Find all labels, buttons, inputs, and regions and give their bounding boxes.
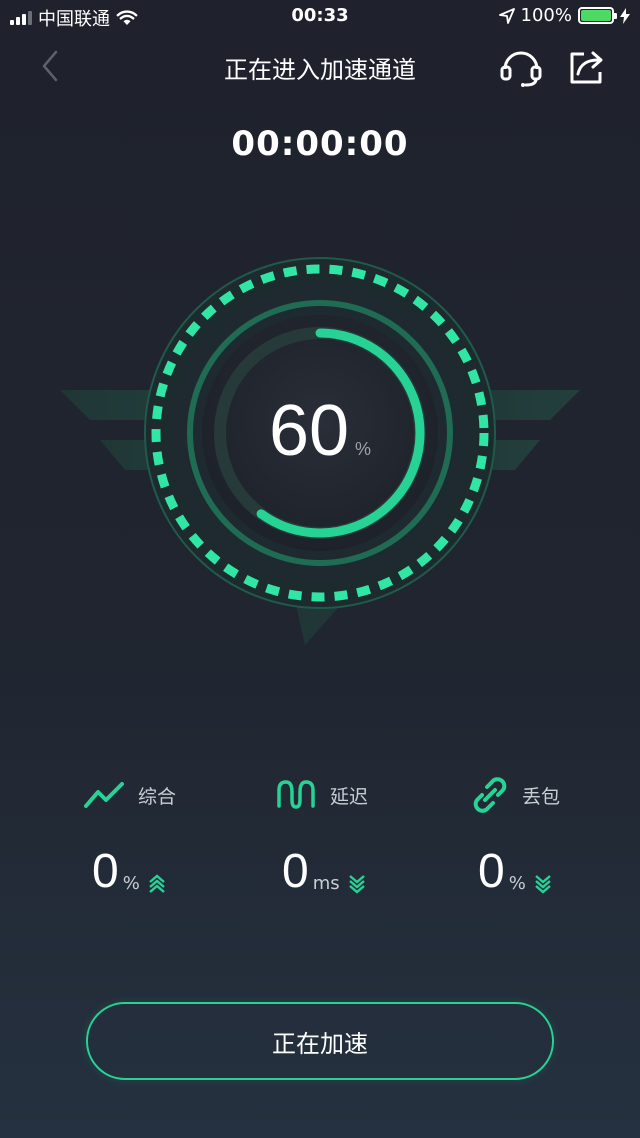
share-icon [570, 51, 603, 84]
gauge-percent-value: 60 [268, 391, 350, 471]
stat-overall-head: 综合 [84, 770, 284, 820]
double-chevron-down-icon [535, 875, 551, 894]
stat-packet-loss-head: 丢包 [472, 770, 640, 820]
accelerating-button[interactable]: 正在加速 [86, 1002, 554, 1080]
stat-packet-loss-value: 0 [478, 845, 505, 898]
gauge-readout: 60% [0, 390, 640, 472]
stat-latency-value: 0 [282, 845, 309, 898]
elapsed-timer: 00:00:00 [231, 124, 409, 164]
status-right: 100% [498, 5, 630, 26]
nav-bar: 正在进入加速通道 [0, 36, 640, 96]
stat-overall: 综合 0 % [84, 770, 284, 896]
share-button[interactable] [564, 44, 610, 90]
stat-overall-unit: % [122, 873, 140, 894]
stat-packet-loss: 丢包 0 % [472, 770, 640, 896]
wave-icon [277, 780, 315, 809]
stat-packet-loss-label: 丢包 [522, 785, 561, 808]
status-bar: 中国联通 00:33 100% [0, 0, 640, 34]
stat-packet-loss-value-row: 0 % [478, 848, 640, 896]
support-button[interactable] [498, 44, 544, 90]
stat-packet-loss-unit: % [508, 873, 526, 894]
stat-overall-value-row: 0 % [92, 848, 284, 896]
stats-row: 综合 0 % 延迟 0 ms 丢包 0 % [0, 770, 640, 910]
stat-latency-unit: ms [312, 873, 340, 894]
charging-bolt-icon [620, 7, 630, 24]
battery-icon [578, 7, 617, 24]
stat-latency-label: 延迟 [330, 785, 369, 808]
stat-latency-value-row: 0 ms [282, 848, 476, 896]
battery-percent: 100% [520, 5, 572, 26]
link-icon [473, 777, 507, 813]
speed-gauge: 60% [0, 220, 640, 660]
screen: 中国联通 00:33 100% 正在进入加速通道 00:00:00 60 % 综… [0, 0, 640, 1138]
stat-latency-head: 延迟 [276, 770, 476, 820]
double-chevron-up-icon [149, 874, 165, 893]
location-arrow-icon [498, 7, 515, 24]
trend-chart-icon [84, 782, 124, 808]
stat-overall-value: 0 [92, 845, 119, 898]
stat-overall-label: 综合 [138, 785, 177, 808]
double-chevron-down-icon [348, 875, 365, 894]
gauge-percent-unit: % [355, 439, 372, 459]
stat-latency: 延迟 0 ms [276, 770, 476, 896]
page-title: 正在进入加速通道 [224, 56, 416, 84]
headset-icon [500, 51, 542, 87]
